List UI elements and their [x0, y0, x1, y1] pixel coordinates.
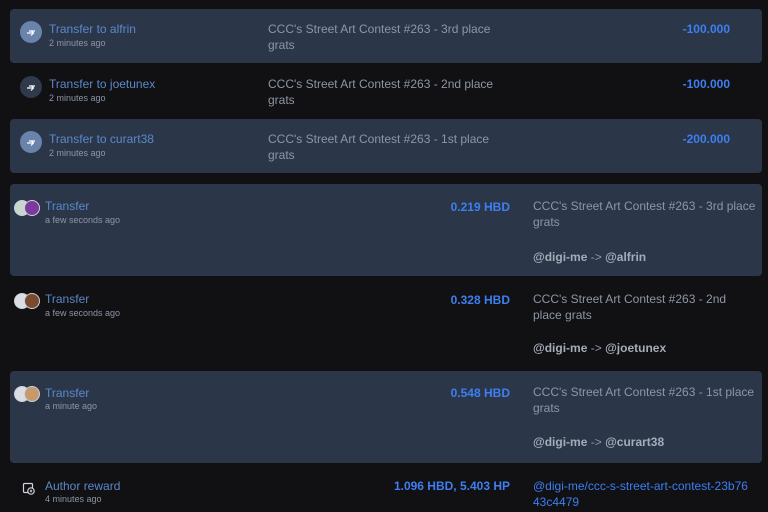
transfer-icon [20, 131, 42, 153]
activity-memo: CCC's Street Art Contest #263 - 3rd plac… [533, 199, 756, 229]
activity-time: 2 minutes ago [49, 93, 106, 103]
avatar [24, 200, 40, 216]
reward-icon [22, 482, 35, 495]
from-account[interactable]: @digi-me [533, 435, 587, 449]
activity-title[interactable]: Author reward [45, 479, 120, 493]
activity-memo: CCC's Street Art Contest #263 - 2nd plac… [268, 77, 494, 107]
activity-row: Transfer to joetunex 2 minutes ago CCC's… [10, 64, 762, 118]
activity-amount: -100.000 [682, 22, 730, 36]
route-arrow: -> [590, 435, 602, 449]
activity-title[interactable]: Transfer [45, 199, 89, 213]
activity-amount: -200.000 [682, 132, 730, 146]
avatar-pair [14, 386, 42, 404]
activity-amount: 0.328 HBD [450, 293, 510, 307]
from-account[interactable]: @digi-me [533, 250, 587, 264]
activity-title[interactable]: Transfer to alfrin [49, 22, 136, 36]
avatar-pair [14, 293, 42, 311]
activity-time: 2 minutes ago [49, 38, 106, 48]
activity-amount: -100.000 [682, 77, 730, 91]
reward-amount: 1.096 HBD, 5.403 HP [393, 479, 510, 493]
activity-row: Transfer a minute ago 0.548 HBD CCC's St… [10, 371, 762, 463]
to-account[interactable]: @alfrin [605, 250, 646, 264]
avatar [24, 293, 40, 309]
activity-title[interactable]: Transfer [45, 292, 89, 306]
transfer-icon [20, 76, 42, 98]
route-arrow: -> [590, 341, 602, 355]
activity-row: Transfer to alfrin 2 minutes ago CCC's S… [10, 9, 762, 63]
activity-amount: 0.548 HBD [450, 386, 510, 400]
activity-time: 4 minutes ago [45, 494, 102, 504]
activity-title[interactable]: Transfer [45, 386, 89, 400]
activity-row: Author reward 4 minutes ago 1.096 HBD, 5… [10, 466, 762, 512]
transfer-route: @digi-me -> @alfrin [533, 250, 646, 264]
activity-memo: CCC's Street Art Contest #263 - 1st plac… [533, 385, 755, 415]
activity-row: Transfer a few seconds ago 0.328 HBD CCC… [10, 277, 762, 369]
activity-time: a few seconds ago [45, 308, 121, 318]
avatar [24, 386, 40, 402]
post-link[interactable]: @digi-me/ccc-s-street-art-contest-23b764… [533, 478, 753, 510]
activity-row: Transfer a few seconds ago 0.219 HBD CCC… [10, 184, 762, 276]
transfer-route: @digi-me -> @curart38 [533, 435, 664, 449]
transfer-route: @digi-me -> @joetunex [533, 341, 666, 355]
to-account[interactable]: @joetunex [605, 341, 666, 355]
activity-title[interactable]: Transfer to joetunex [49, 77, 155, 91]
activity-title[interactable]: Transfer to curart38 [49, 132, 154, 146]
route-arrow: -> [590, 250, 602, 264]
activity-time: a minute ago [45, 401, 98, 411]
transfer-icon [20, 21, 42, 43]
activity-time: 2 minutes ago [49, 148, 106, 158]
from-account[interactable]: @digi-me [533, 341, 587, 355]
activity-row: Transfer to curart38 2 minutes ago CCC's… [10, 119, 762, 173]
activity-memo: CCC's Street Art Contest #263 - 2nd plac… [533, 292, 727, 322]
activity-amount: 0.219 HBD [450, 200, 510, 214]
avatar-pair [14, 200, 42, 218]
activity-time: a few seconds ago [45, 215, 121, 225]
activity-memo: CCC's Street Art Contest #263 - 3rd plac… [268, 22, 491, 52]
activity-memo: CCC's Street Art Contest #263 - 1st plac… [268, 132, 490, 162]
to-account[interactable]: @curart38 [605, 435, 664, 449]
